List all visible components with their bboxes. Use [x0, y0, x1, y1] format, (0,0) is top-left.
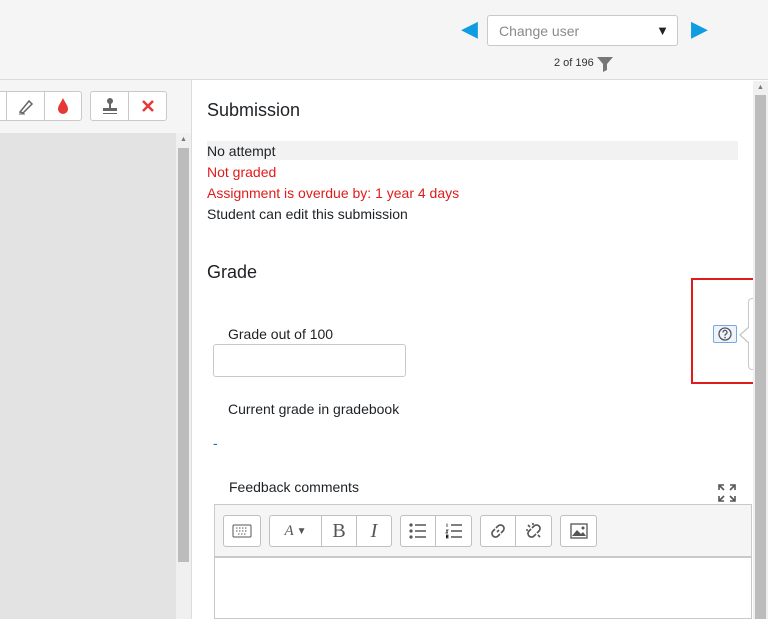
highlight-icon[interactable] — [0, 92, 7, 120]
pdf-preview-area[interactable] — [0, 133, 176, 619]
edit-permission-note: Student can edit this submission — [207, 206, 408, 222]
stamp-icon[interactable] — [91, 92, 129, 120]
change-user-placeholder: Change user — [499, 23, 580, 39]
pdf-scroll-thumb[interactable] — [178, 148, 189, 562]
image-icon[interactable] — [561, 516, 596, 546]
submission-status: No attempt — [207, 143, 276, 159]
italic-icon[interactable]: I — [357, 516, 391, 546]
scroll-up-arrow[interactable]: ▲ — [180, 136, 187, 143]
page-scroll-thumb[interactable] — [755, 95, 766, 619]
link-icon[interactable] — [481, 516, 516, 546]
help-popover-arrow-fill — [741, 327, 750, 343]
chevron-down-icon: ▼ — [656, 23, 669, 38]
help-icon[interactable] — [713, 325, 737, 343]
grade-label: Grade out of 100 — [228, 326, 334, 342]
submission-status-row — [207, 141, 738, 160]
filter-icon[interactable] — [596, 56, 614, 77]
delete-icon[interactable] — [129, 92, 166, 120]
numbered-list-icon[interactable] — [436, 516, 471, 546]
keyboard-icon[interactable] — [224, 516, 260, 546]
next-user-button[interactable]: ▶ — [691, 18, 708, 40]
grade-heading: Grade — [207, 262, 258, 282]
bullet-list-icon[interactable] — [401, 516, 436, 546]
toolbar-group-4 — [480, 515, 552, 547]
submission-heading: Submission — [207, 100, 301, 120]
stamp-tool-group — [90, 91, 167, 121]
feedback-label: Feedback comments — [229, 479, 359, 495]
overdue-notice: Assignment is overdue by: 1 year 4 days — [207, 185, 460, 201]
annotation-tool-group — [0, 91, 82, 121]
editor-toolbar: A ▼ B I — [214, 504, 752, 557]
gradebook-value: - — [213, 435, 218, 451]
feedback-editor[interactable] — [214, 556, 752, 619]
gradebook-label: Current grade in gradebook — [228, 401, 400, 417]
unlink-icon[interactable] — [516, 516, 551, 546]
grade-input[interactable] — [213, 344, 406, 377]
toolbar-group-2: A ▼ B I — [269, 515, 392, 547]
grading-status: Not graded — [207, 164, 277, 180]
color-drop-icon[interactable] — [45, 92, 81, 120]
toolbar-group-5 — [560, 515, 597, 547]
font-style-icon[interactable]: A ▼ — [270, 516, 322, 546]
previous-user-button[interactable]: ◀ — [461, 18, 478, 40]
scroll-up-arrow[interactable]: ▲ — [757, 84, 764, 91]
bold-icon[interactable]: B — [322, 516, 357, 546]
toolbar-group-3 — [400, 515, 472, 547]
user-counter: 2 of 196 — [554, 57, 594, 69]
toolbar-group-1 — [223, 515, 261, 547]
pen-icon[interactable] — [7, 92, 45, 120]
change-user-select[interactable]: Change user ▼ — [487, 15, 678, 46]
